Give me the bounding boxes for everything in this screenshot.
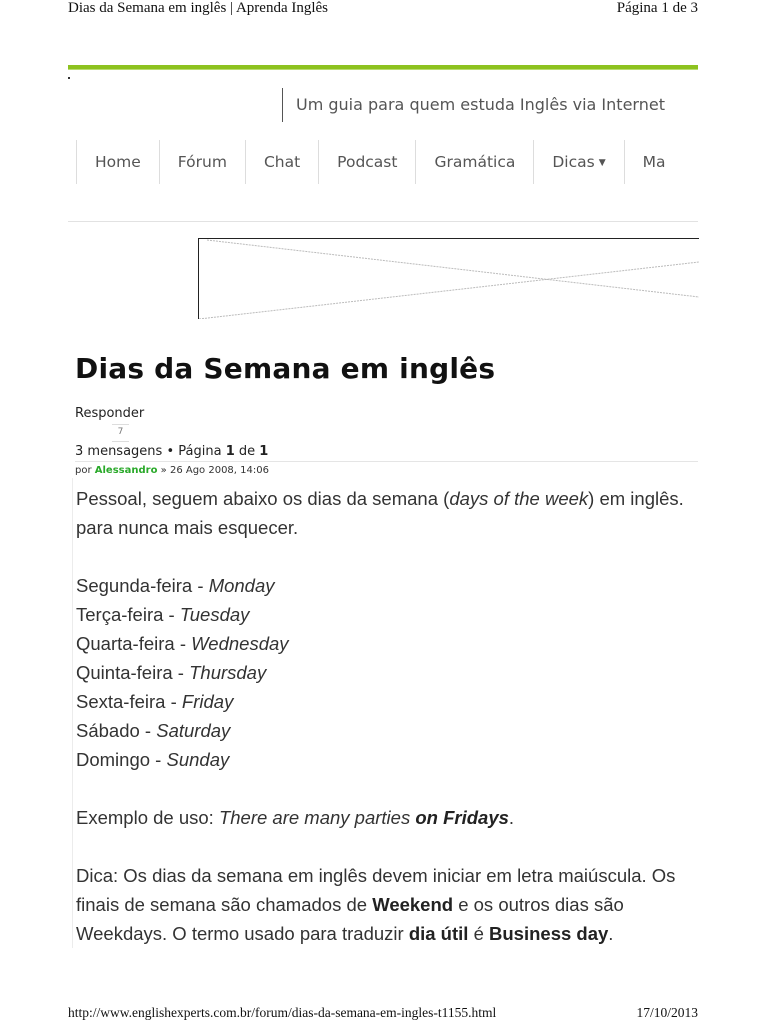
tip-end: . — [608, 923, 614, 944]
day-pt: Segunda-feira — [76, 575, 193, 596]
pagination: 3 mensagens • Página 1 de 1 — [75, 444, 268, 459]
day-separator: - — [165, 691, 182, 712]
day-separator: - — [174, 633, 192, 654]
page-title: Dias da Semana em inglês — [75, 352, 496, 385]
day-pt: Quarta-feira — [76, 633, 175, 654]
day-item: Quarta-feira - Wednesday — [76, 629, 706, 658]
day-item: Segunda-feira - Monday — [76, 571, 706, 600]
nav-item-label: Chat — [263, 153, 301, 171]
nav-item-label: Podcast — [337, 153, 398, 171]
day-en: Monday — [208, 575, 275, 596]
day-en: Saturday — [156, 720, 231, 741]
brand-bar — [68, 65, 698, 70]
post-border — [72, 478, 73, 948]
day-pt: Sábado — [76, 720, 140, 741]
logo-placeholder — [68, 77, 70, 79]
day-separator: - — [172, 662, 190, 683]
day-en: Thursday — [189, 662, 267, 683]
nav-item-gramatica[interactable]: Gramática — [415, 140, 533, 184]
reply-button[interactable]: Responder — [75, 406, 144, 421]
print-header-title: Dias da Semana em inglês | Aprenda Inglê… — [68, 0, 329, 16]
tip-bold-dia-util: dia útil — [408, 923, 469, 944]
print-header-page-indicator: Página 1 de 3 — [616, 0, 698, 16]
print-footer-url: http://www.englishexperts.com.br/forum/d… — [68, 1005, 497, 1020]
nav-item-forum[interactable]: Fórum — [158, 140, 245, 184]
day-item: Sábado - Saturday — [76, 716, 706, 745]
example-italic: There are many parties — [218, 807, 416, 828]
day-pt: Terça-feira — [76, 604, 164, 625]
day-en: Friday — [181, 691, 234, 712]
meta-separator: » — [160, 465, 167, 476]
print-footer-date: 17/10/2013 — [636, 1005, 698, 1020]
day-en: Wednesday — [191, 633, 289, 654]
day-en: Tuesday — [179, 604, 250, 625]
example-bold: on Fridays — [415, 807, 509, 828]
nav-item-chat[interactable]: Chat — [244, 140, 318, 184]
post-intro: Pessoal, seguem abaixo os dias da semana… — [76, 484, 706, 542]
post-divider — [75, 461, 698, 462]
reply-count-badge: 7 — [112, 424, 129, 442]
day-pt: Sexta-feira — [76, 691, 166, 712]
day-item: Domingo - Sunday — [76, 745, 706, 774]
nav-item-podcast[interactable]: Podcast — [318, 140, 415, 184]
intro-text: Pessoal, seguem abaixo os dias da semana… — [76, 488, 450, 509]
banner-ad[interactable] — [198, 238, 699, 319]
day-en: Sunday — [166, 749, 230, 770]
nav-divider — [68, 221, 698, 222]
main-nav: Home Fórum Chat Podcast Gramática Dicas ▼ Ma — [76, 140, 698, 186]
day-pt: Domingo — [76, 749, 151, 770]
example-end: . — [508, 807, 515, 828]
tip-bold-weekend: Weekend — [372, 894, 454, 915]
nav-item-dicas[interactable]: Dicas ▼ — [533, 140, 623, 184]
page-current[interactable]: 1 — [226, 444, 235, 459]
caret-down-icon: ▼ — [598, 157, 606, 168]
day-item: Sexta-feira - Friday — [76, 687, 706, 716]
day-separator: - — [192, 575, 209, 596]
day-separator: - — [139, 720, 157, 741]
day-pt: Quinta-feira — [76, 662, 173, 683]
post-meta: por Alessandro » 26 Ago 2008, 14:06 — [75, 465, 269, 476]
page-total[interactable]: 1 — [259, 444, 268, 459]
page-of: de — [238, 444, 256, 459]
page-word: Página — [178, 444, 222, 459]
day-separator: - — [163, 604, 180, 625]
nav-item-label: Gramática — [434, 153, 516, 171]
post-author-link[interactable]: Alessandro — [95, 465, 158, 476]
post-body: Pessoal, seguem abaixo os dias da semana… — [76, 484, 706, 948]
intro-italic: days of the week — [449, 488, 589, 509]
nav-item-label: Ma — [642, 153, 666, 171]
messages-count: 3 mensagens — [75, 444, 163, 459]
broken-image-placeholder-icon — [199, 239, 699, 319]
nav-item-more[interactable]: Ma — [623, 140, 684, 184]
tagline-divider — [282, 88, 283, 122]
tip-text: é — [468, 923, 490, 944]
usage-example: Exemplo de uso: There are many parties o… — [76, 803, 706, 832]
day-item: Quinta-feira - Thursday — [76, 658, 706, 687]
nav-item-label: Fórum — [177, 153, 227, 171]
nav-item-label: Dicas — [552, 153, 595, 171]
day-item: Terça-feira - Tuesday — [76, 600, 706, 629]
post-datetime: 26 Ago 2008, 14:06 — [169, 465, 269, 476]
site-tagline: Um guia para quem estuda Inglês via Inte… — [296, 95, 665, 114]
by-label: por — [75, 465, 92, 476]
days-list: Segunda-feira - Monday Terça-feira - Tue… — [76, 571, 706, 774]
bullet-separator: • — [166, 444, 175, 459]
nav-item-home[interactable]: Home — [76, 140, 159, 184]
tip-bold-business-day: Business day — [489, 923, 609, 944]
nav-item-label: Home — [95, 153, 141, 171]
day-separator: - — [150, 749, 167, 770]
example-label: Exemplo de uso: — [76, 807, 219, 828]
tip-paragraph: Dica: Os dias da semana em inglês devem … — [76, 861, 706, 948]
print-header: Dias da Semana em inglês | Aprenda Inglê… — [68, 0, 698, 20]
